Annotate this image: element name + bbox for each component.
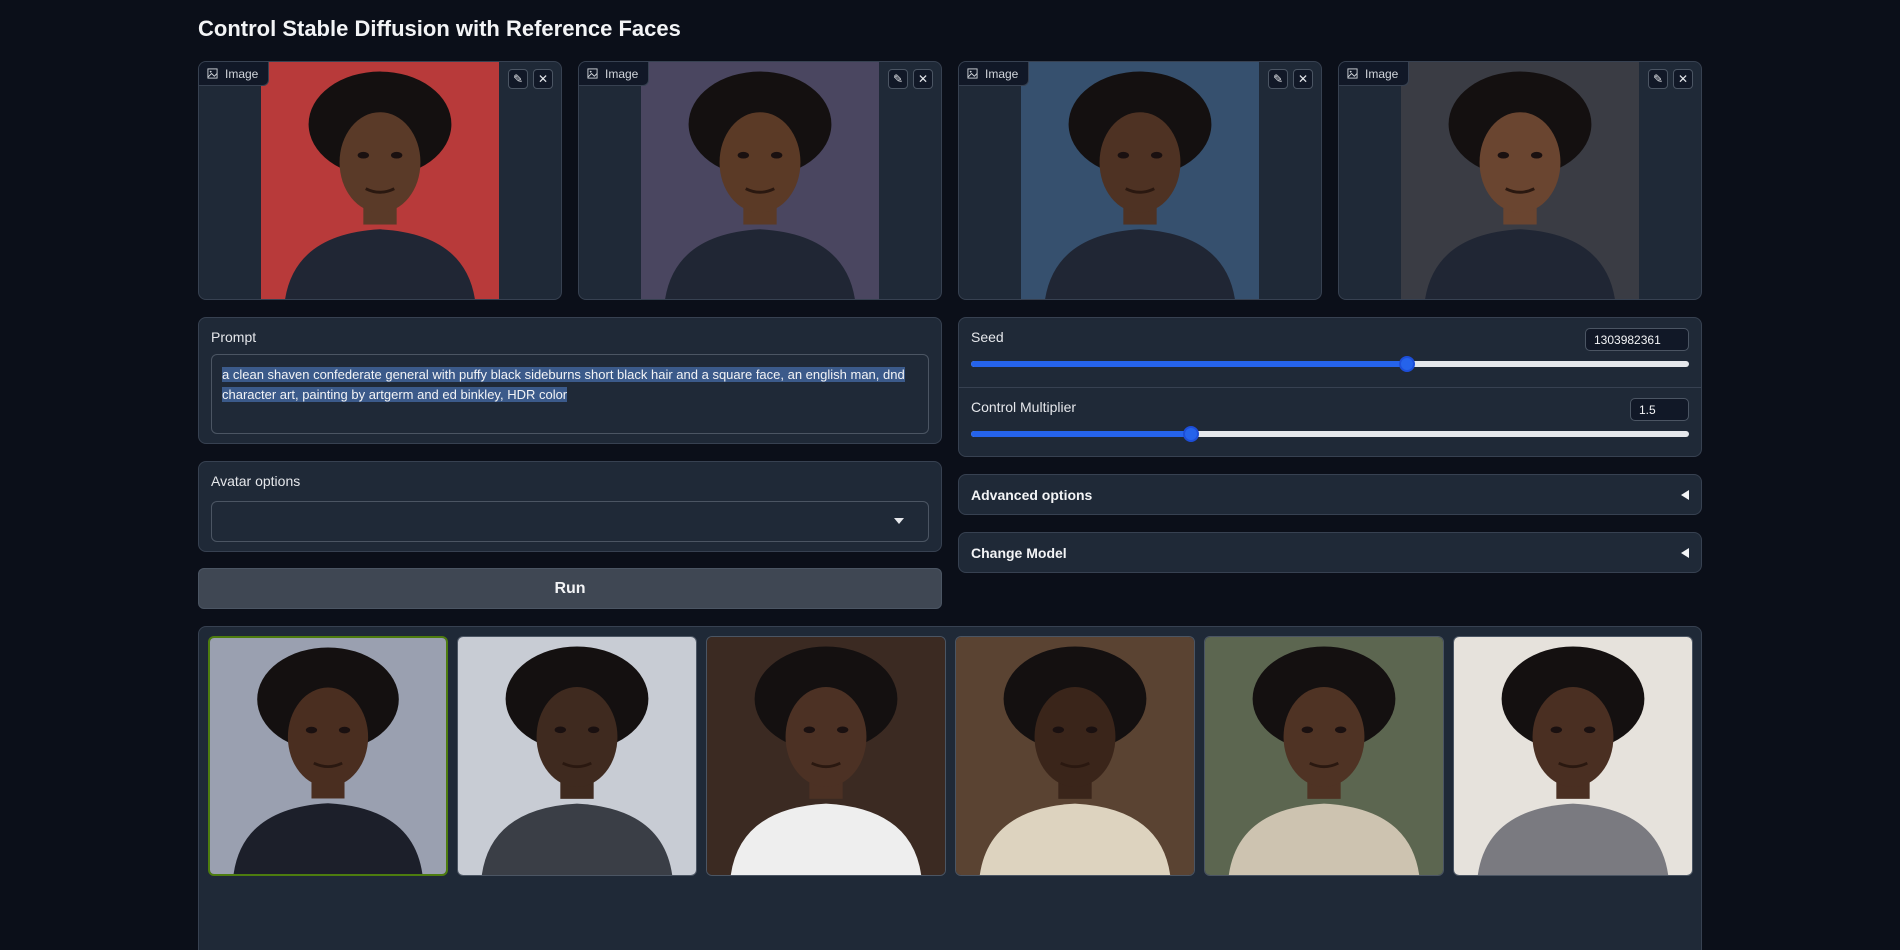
close-icon[interactable]: ✕: [1293, 69, 1313, 89]
control-slider-thumb[interactable]: [1182, 426, 1199, 442]
pencil-icon[interactable]: ✎: [1648, 69, 1668, 89]
control-multiplier-input[interactable]: 1.5: [1630, 398, 1689, 421]
prompt-panel: Prompt a clean shaven confederate genera…: [198, 317, 942, 444]
control-slider-fill: [971, 431, 1191, 437]
seed-input[interactable]: 1303982361: [1585, 328, 1689, 351]
image-label-text: Image: [985, 66, 1019, 81]
run-button[interactable]: Run: [198, 568, 942, 609]
gallery-image-3[interactable]: [706, 636, 946, 876]
output-gallery: [198, 626, 1702, 950]
pencil-icon[interactable]: ✎: [1268, 69, 1288, 89]
prompt-label: Prompt: [211, 329, 257, 345]
image-icon: [587, 68, 598, 79]
seed-label: Seed: [971, 329, 1004, 345]
control-multiplier-label: Control Multiplier: [971, 399, 1077, 415]
image-input-1[interactable]: Image ✎ ✕: [198, 61, 562, 300]
gallery-image-4[interactable]: [955, 636, 1195, 876]
image-icon: [1347, 68, 1358, 79]
image-label-text: Image: [605, 66, 639, 81]
chevron-down-icon: [894, 518, 904, 524]
close-icon[interactable]: ✕: [533, 69, 553, 89]
image-input-2[interactable]: Image ✎ ✕: [578, 61, 942, 300]
gallery-image-5[interactable]: [1204, 636, 1444, 876]
reference-face-photo: [1401, 62, 1639, 299]
triangle-left-icon: [1681, 489, 1689, 500]
gallery-image-1[interactable]: [208, 636, 448, 876]
image-input-4[interactable]: Image ✎ ✕: [1338, 61, 1702, 300]
gallery-image-6[interactable]: [1453, 636, 1693, 876]
prompt-text-line1: a clean shaven confederate general with …: [222, 367, 905, 382]
seed-slider-thumb[interactable]: [1398, 356, 1415, 372]
triangle-left-icon: [1681, 547, 1689, 558]
image-label: Image: [1339, 62, 1410, 86]
seed-slider-fill: [971, 361, 1407, 367]
gallery-image-2[interactable]: [457, 636, 697, 876]
pencil-icon[interactable]: ✎: [888, 69, 908, 89]
prompt-textarea[interactable]: a clean shaven confederate general with …: [211, 354, 929, 434]
close-icon[interactable]: ✕: [1673, 69, 1693, 89]
avatar-options-label: Avatar options: [211, 473, 301, 489]
advanced-options-accordion[interactable]: Advanced options: [958, 474, 1702, 515]
avatar-options-dropdown[interactable]: [211, 501, 929, 542]
advanced-options-label: Advanced options: [971, 486, 1093, 503]
page-title: Control Stable Diffusion with Reference …: [198, 16, 681, 41]
divider: [959, 387, 1701, 388]
close-icon[interactable]: ✕: [913, 69, 933, 89]
sliders-panel: Seed 1303982361 Control Multiplier 1.5: [958, 317, 1702, 457]
reference-face-photo: [641, 62, 879, 299]
image-label: Image: [579, 62, 650, 86]
control-multiplier-slider[interactable]: [971, 426, 1689, 442]
reference-face-photo: [1021, 62, 1259, 299]
image-icon: [207, 68, 218, 79]
avatar-options-panel: Avatar options: [198, 461, 942, 552]
seed-slider[interactable]: [971, 356, 1689, 372]
change-model-accordion[interactable]: Change Model: [958, 532, 1702, 573]
prompt-text-line2: character art, painting by artgerm and e…: [222, 387, 568, 402]
pencil-icon[interactable]: ✎: [508, 69, 528, 89]
image-input-3[interactable]: Image ✎ ✕: [958, 61, 1322, 300]
image-label: Image: [199, 62, 270, 86]
change-model-label: Change Model: [971, 544, 1067, 561]
reference-face-photo: [261, 62, 499, 299]
image-label-text: Image: [1365, 66, 1399, 81]
image-icon: [967, 68, 978, 79]
image-label: Image: [959, 62, 1030, 86]
image-label-text: Image: [225, 66, 259, 81]
